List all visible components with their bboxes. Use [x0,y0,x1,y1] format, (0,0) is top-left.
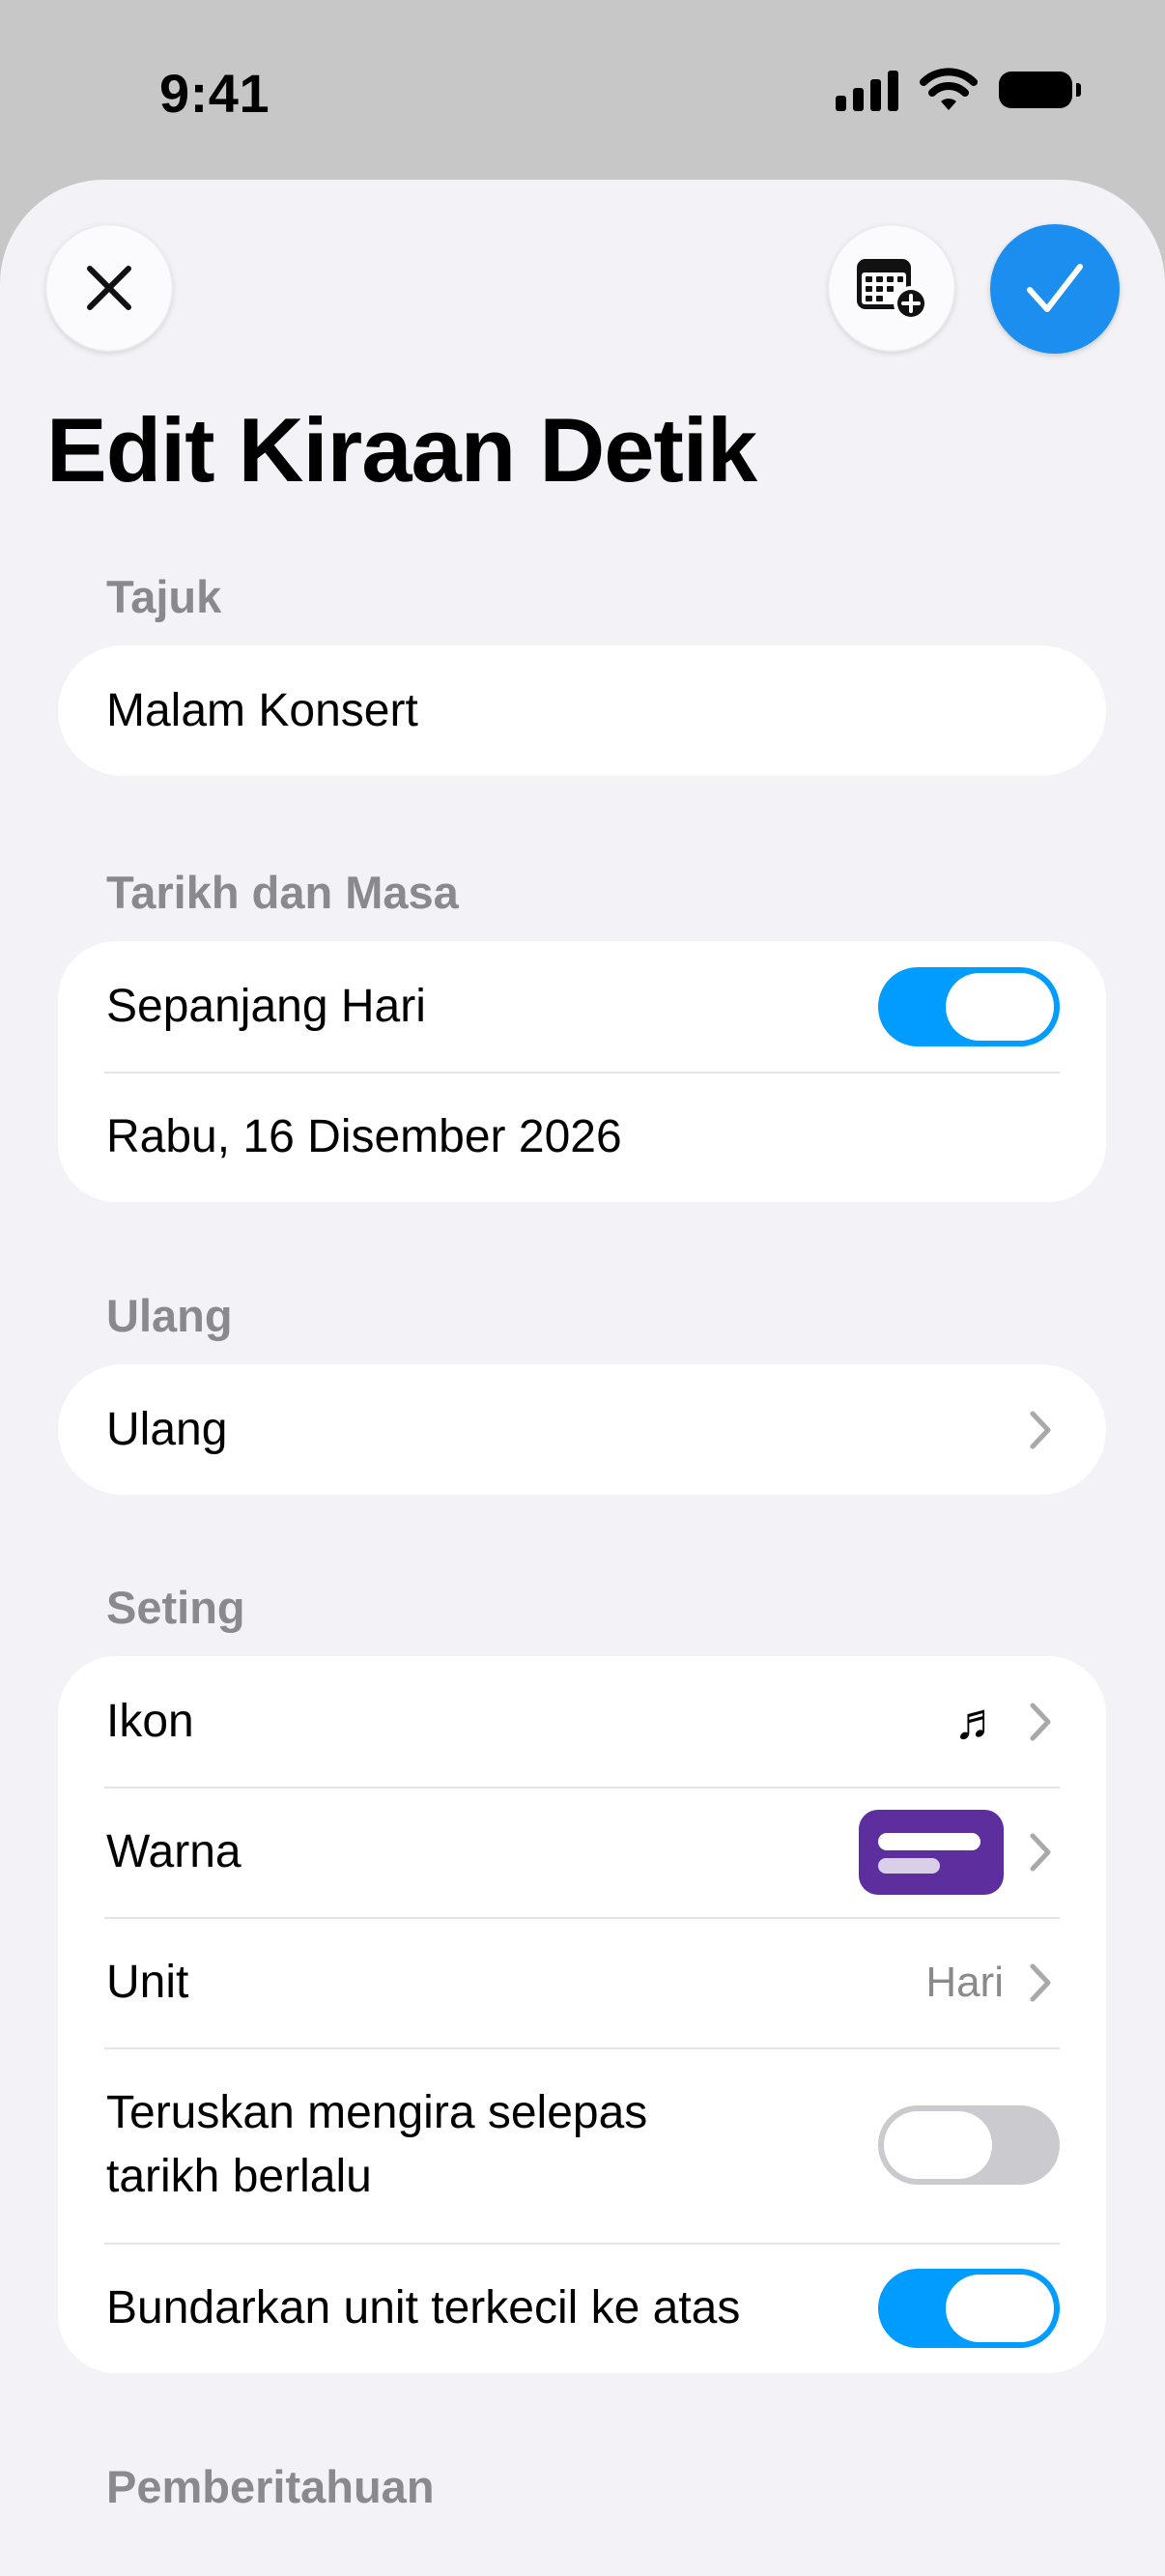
add-to-calendar-button[interactable] [828,224,955,352]
status-icons [836,68,1081,112]
continue-counting-label-line2: tarikh berlalu [106,2151,372,2202]
edit-sheet: Edit Kiraan Detik Tajuk Malam Konsert Ta… [0,180,1165,2576]
wifi-icon [920,68,978,110]
color-swatch [859,1809,1004,1895]
chevron-right-icon [1030,1963,1051,2001]
section-label-date-time: Tarikh dan Masa [106,867,459,918]
icon-row-label: Ikon [106,1696,194,1747]
color-row[interactable]: Warna [58,1787,1106,1917]
unit-row-label: Unit [106,1957,189,2008]
continue-counting-row: Teruskan mengira selepas tarikh berlalu [58,2047,1106,2243]
all-day-row: Sepanjang Hari [58,941,1106,1072]
unit-row[interactable]: Unit Hari [58,1917,1106,2047]
continue-counting-label: Teruskan mengira selepas tarikh berlalu [106,2081,878,2209]
chevron-right-icon [1030,1703,1051,1740]
continue-counting-label-line1: Teruskan mengira selepas [106,2087,648,2138]
cellular-signal-icon [836,69,898,111]
date-row[interactable]: Rabu, 16 Disember 2026 [58,1072,1106,1202]
calendar-add-icon [857,259,928,321]
chevron-right-icon [1030,1833,1051,1871]
all-day-label: Sepanjang Hari [106,981,426,1032]
status-time: 9:41 [159,63,270,124]
status-bar: 9:41 [0,0,1165,184]
icon-row[interactable]: Ikon ♬ [58,1656,1106,1787]
battery-icon [999,72,1081,108]
chevron-right-icon [1030,1411,1051,1448]
repeat-row-label: Ulang [106,1404,228,1455]
title-input[interactable]: Malam Konsert [58,645,1106,776]
all-day-toggle[interactable] [878,966,1060,1046]
unit-value: Hari [925,1958,1004,2006]
checkmark-icon [1027,264,1083,312]
repeat-row[interactable]: Ulang [58,1364,1106,1495]
settings-card: Ikon ♬ Warna Unit Hari Teruskan mengira … [58,1656,1106,2373]
section-label-title: Tajuk [106,571,222,622]
round-up-toggle[interactable] [878,2268,1060,2348]
section-label-settings: Seting [106,1582,245,1633]
round-up-row: Bundarkan unit terkecil ke atas [58,2243,1106,2373]
close-icon [87,266,131,310]
done-button[interactable] [990,224,1120,354]
music-note-icon: ♬ [953,1693,1004,1750]
title-input-value: Malam Konsert [106,685,418,736]
date-time-card: Sepanjang Hari Rabu, 16 Disember 2026 [58,941,1106,1202]
date-value: Rabu, 16 Disember 2026 [106,1111,622,1162]
section-label-notifications: Pemberitahuan [106,2461,435,2512]
close-button[interactable] [45,224,173,352]
round-up-label: Bundarkan unit terkecil ke atas [106,2282,741,2333]
continue-counting-toggle[interactable] [878,2105,1060,2185]
section-label-repeat: Ulang [106,1290,233,1341]
title-card: Malam Konsert [58,645,1106,776]
color-row-label: Warna [106,1826,242,1877]
repeat-card: Ulang [58,1364,1106,1495]
page-title: Edit Kiraan Detik [46,399,757,501]
